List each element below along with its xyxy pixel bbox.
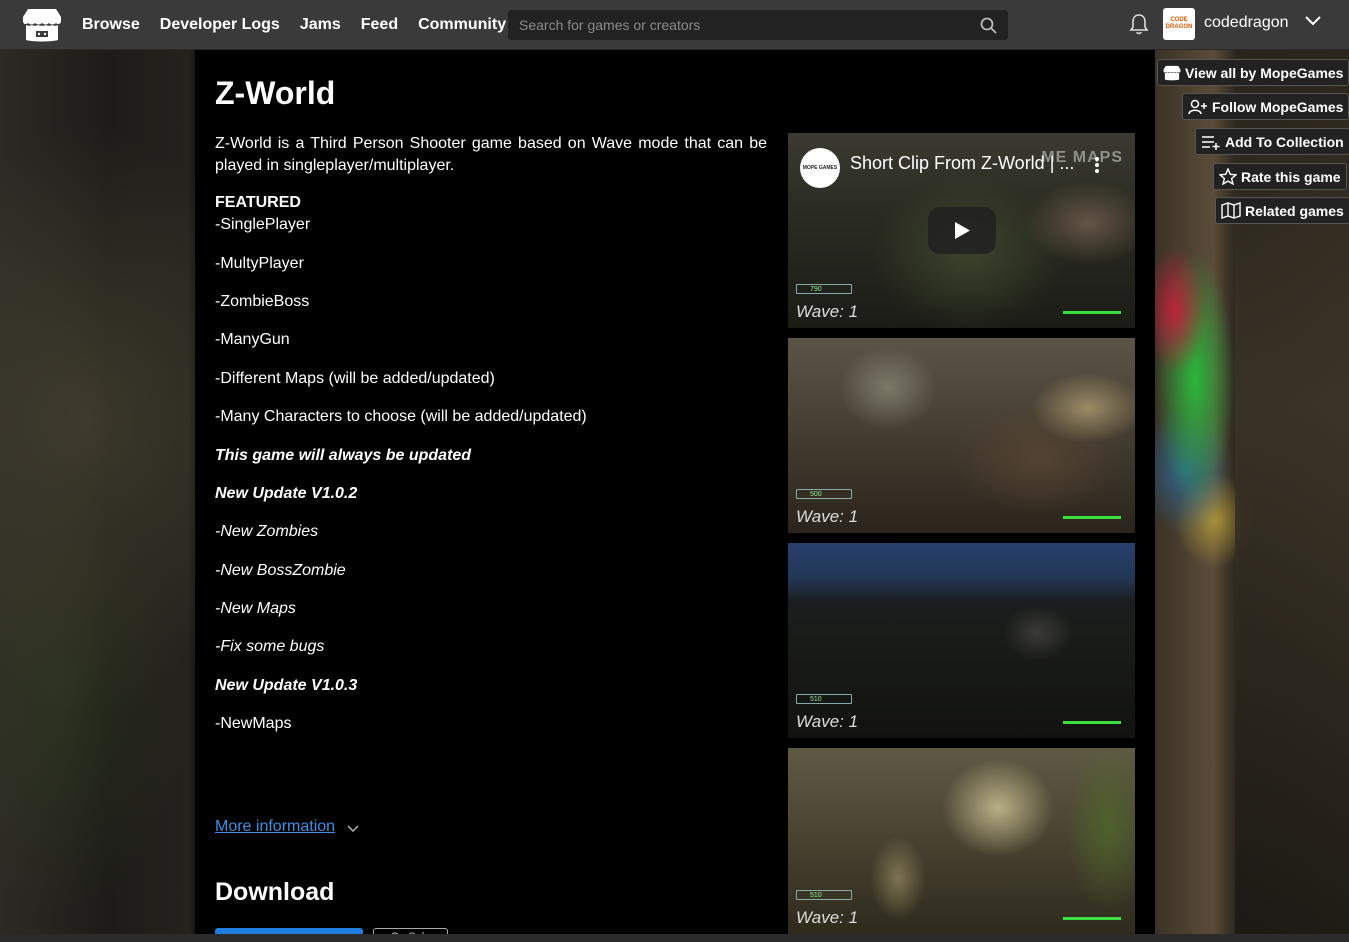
always-updated-note: This game will always be updated [215,447,472,464]
notification-bell-icon[interactable] [1129,13,1149,35]
related-games-label: Related games [1245,202,1344,219]
hud-health-bar [1063,721,1121,724]
hud-ammo-count: 790 [810,286,822,293]
channel-logo[interactable]: MOPE GAMES [800,148,840,188]
search-box [508,10,1008,40]
rate-game-label: Rate this game [1241,168,1341,185]
hud-ammo-box [796,284,852,294]
video-watermark: ME MAPS [1041,149,1123,166]
update-103-heading: New Update V1.0.3 [215,677,358,694]
view-all-button[interactable]: View all by MopeGames [1157,59,1349,86]
top-navigation: Browse Developer Logs Jams Feed Communit… [0,0,1349,50]
video-embed[interactable]: MOPE GAMES Short Clip From Z-World | ...… [788,133,1135,328]
hud-ammo-box [796,489,852,499]
avatar-text-line1: CODE [1170,17,1188,23]
nav-browse[interactable]: Browse [82,16,140,34]
wave-label: Wave: 1 [796,302,859,321]
screenshot-image [788,748,1135,934]
nav-feed[interactable]: Feed [361,16,398,34]
screenshot-image [788,543,1135,738]
wave-label: Wave: 1 [796,908,859,927]
username[interactable]: codedragon [1204,14,1289,32]
hud-ammo-count: 500 [810,491,822,498]
hud-ammo-box [796,694,852,704]
view-all-label: View all by MopeGames [1185,64,1344,81]
add-user-icon [1188,99,1207,114]
featured-item: -Different Maps (will be added/updated) [215,370,495,387]
add-to-collection-label: Add To Collection [1225,133,1344,150]
related-games-button[interactable]: Related games [1215,197,1349,224]
screenshot[interactable]: 510 Wave: 1 [788,748,1135,934]
hud-health-bar [1063,311,1121,314]
rate-game-button[interactable]: Rate this game [1213,163,1347,190]
horizontal-scrollbar[interactable] [0,934,1349,942]
itchio-logo-icon[interactable] [22,7,62,43]
hud-ammo-count: 510 [810,696,822,703]
playlist-add-icon [1202,135,1220,150]
search-icon[interactable] [980,17,997,34]
hud-health-bar [1063,917,1121,920]
nav-developer-logs[interactable]: Developer Logs [160,16,280,34]
nav-jams[interactable]: Jams [300,16,341,34]
map-icon [1221,202,1241,219]
search-input[interactable] [509,11,1007,39]
update-102-item: -New Maps [215,600,296,617]
add-to-collection-button[interactable]: Add To Collection [1195,128,1349,155]
play-button[interactable] [928,207,996,254]
update-102-item: -New BossZombie [215,562,346,579]
featured-item: -ZombieBoss [215,293,310,310]
wave-label: Wave: 1 [796,712,859,731]
itchio-logo-icon [1163,65,1181,80]
follow-button[interactable]: Follow MopeGames [1182,93,1349,120]
hud-ammo-count: 510 [810,892,822,899]
hud-health-bar [1063,516,1121,519]
wave-label: Wave: 1 [796,507,859,526]
page-title: Z-World [215,75,336,111]
featured-item: -ManyGun [215,331,290,348]
chevron-down-icon[interactable] [347,824,359,834]
nav-community[interactable]: Community [418,16,506,34]
screenshot[interactable]: 510 Wave: 1 [788,543,1135,738]
update-102-item: -Fix some bugs [215,638,325,655]
featured-item: -Many Characters to choose (will be adde… [215,408,587,425]
play-icon [955,222,970,239]
featured-item: -SinglePlayer [215,216,311,233]
game-description: Z-World is a Third Person Shooter game b… [215,135,767,174]
star-icon [1219,168,1237,185]
game-page-main: Z-World Z-World is a Third Person Shoote… [195,50,1155,942]
update-102-heading: New Update V1.0.2 [215,485,358,502]
more-information-link[interactable]: More information [215,818,335,836]
screenshot[interactable]: 500 Wave: 1 [788,338,1135,533]
nav-links: Browse Developer Logs Jams Feed Communit… [82,0,506,50]
update-103-item: -NewMaps [215,715,292,732]
screenshot-image [788,338,1135,533]
avatar[interactable]: CODE DRAGON [1163,8,1195,40]
avatar-text-line2: DRAGON [1165,24,1193,30]
download-heading: Download [215,878,335,906]
update-102-item: -New Zombies [215,523,319,540]
hud-ammo-box [796,890,852,900]
chevron-down-icon[interactable] [1304,14,1322,28]
follow-label: Follow MopeGames [1212,98,1344,115]
more-options-icon[interactable] [1094,155,1100,175]
featured-heading: FEATURED [215,194,301,211]
featured-item: -MultyPlayer [215,255,304,272]
